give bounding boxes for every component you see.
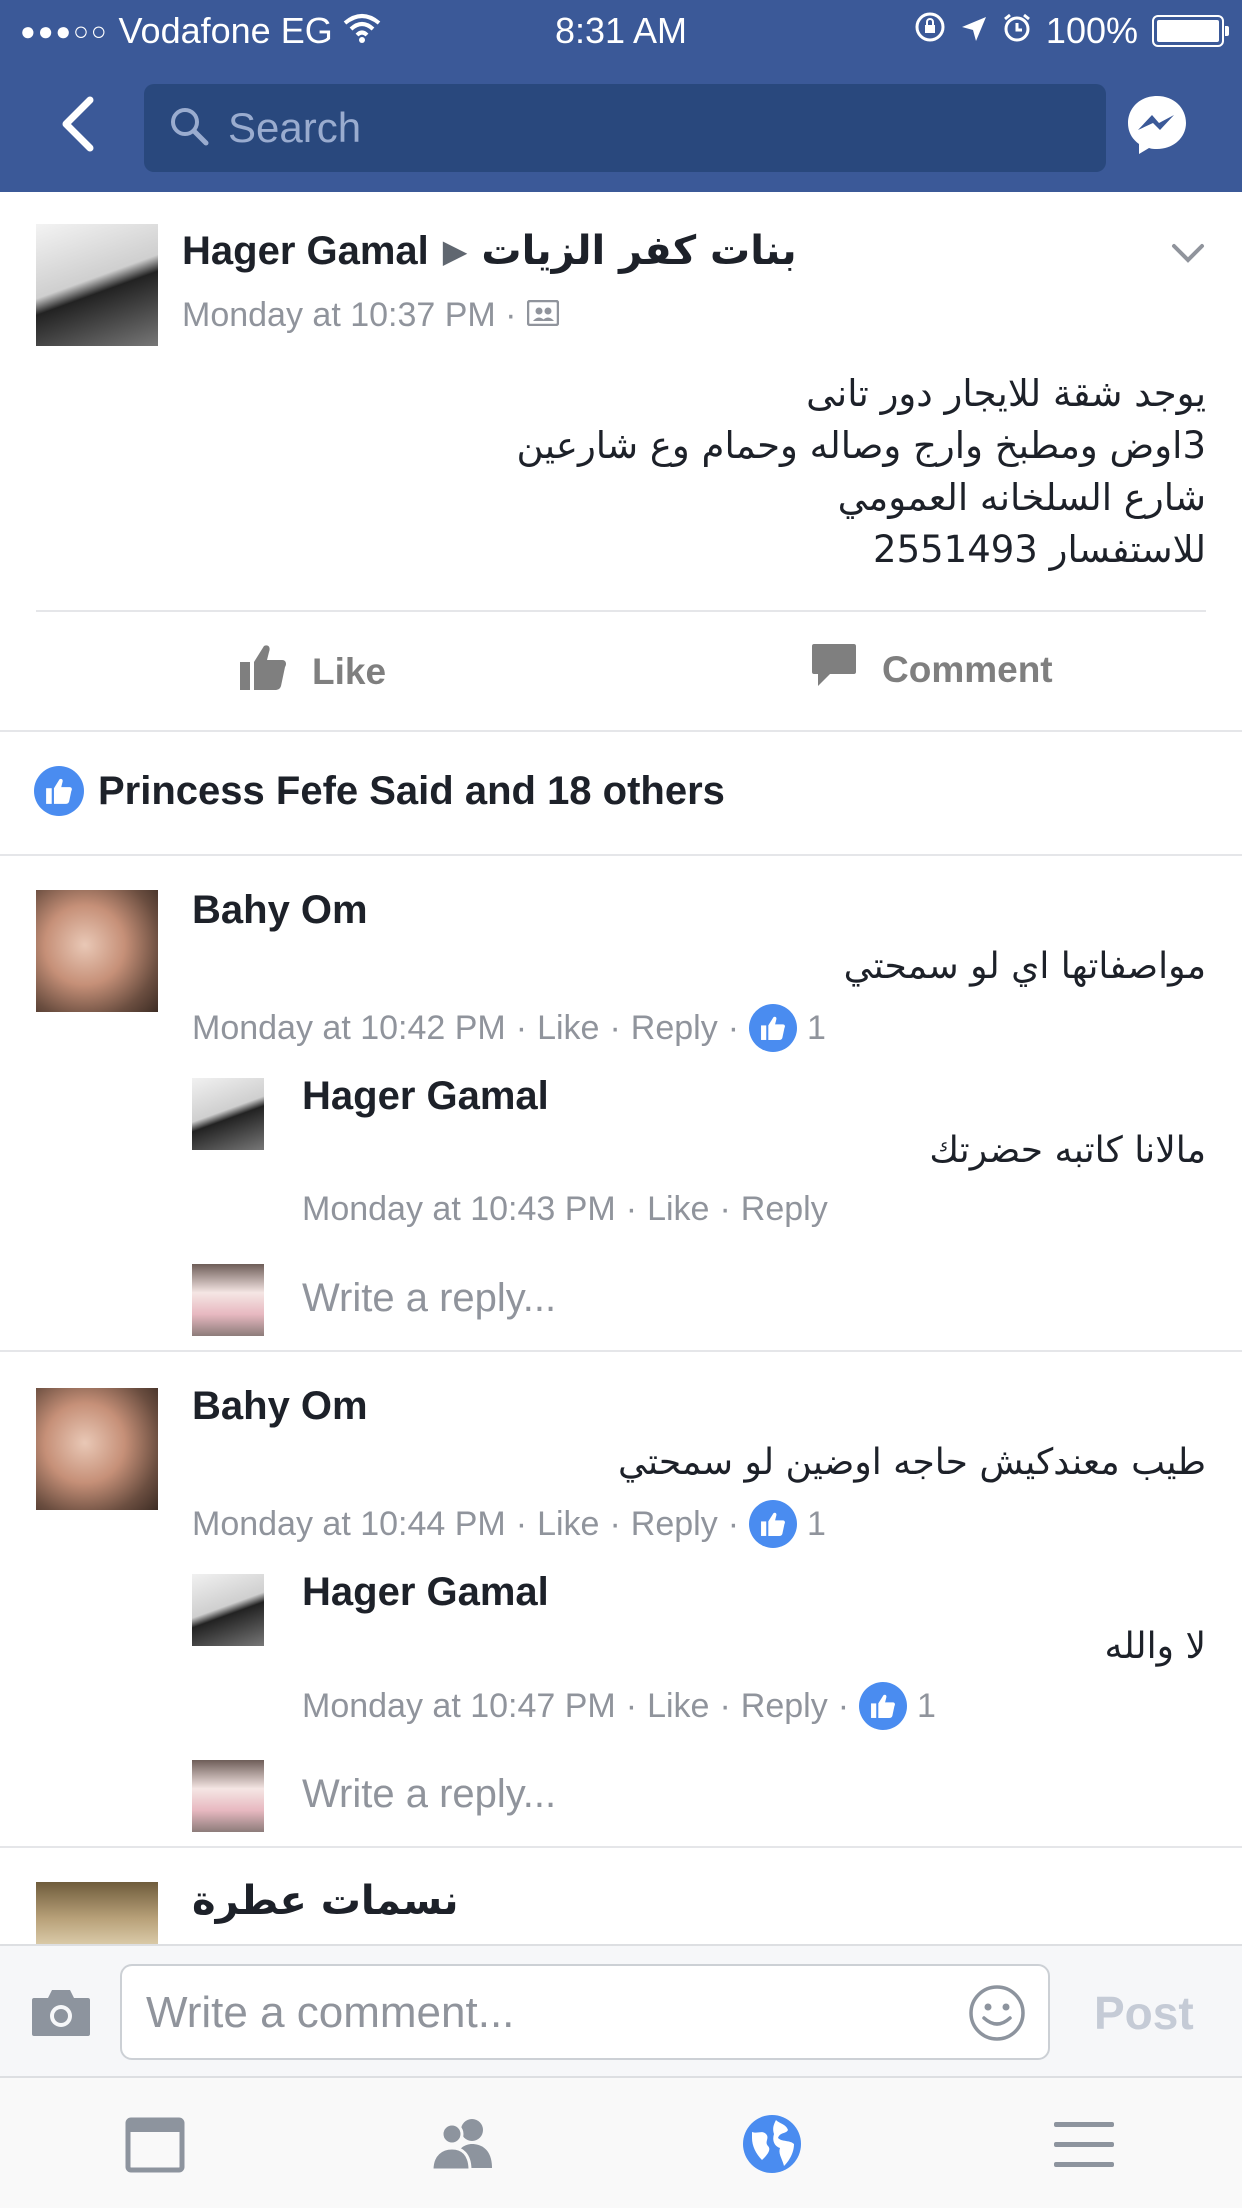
reply-like-link[interactable]: Like xyxy=(647,1687,709,1726)
avatar[interactable] xyxy=(36,1388,158,1510)
comment-composer: Write a comment... Post xyxy=(0,1944,1242,2076)
reply-like-link[interactable]: Like xyxy=(647,1190,709,1229)
group-audience-icon xyxy=(526,296,559,335)
avatar[interactable] xyxy=(36,224,158,346)
like-reaction-icon xyxy=(749,1004,798,1052)
write-reply-input[interactable]: Write a reply... xyxy=(302,1276,556,1321)
likes-summary-text: Princess Fefe Said and 18 others xyxy=(98,768,725,813)
post-line: للاستفسار 2551493 xyxy=(873,528,1206,571)
reply-reply-link[interactable]: Reply xyxy=(741,1687,828,1726)
divider xyxy=(0,730,1242,732)
post-author-line: Hager Gamal ▶ بنات كفر الزيات xyxy=(182,228,797,274)
post-line: يوجد شقة للايجار دور تانى xyxy=(806,372,1206,415)
like-label: Like xyxy=(312,650,387,692)
search-placeholder: Search xyxy=(228,104,362,151)
post-button[interactable]: Post xyxy=(1094,1986,1194,2040)
comment-meta: Monday at 10:44 PM · Like · Reply · 1 xyxy=(192,1500,826,1548)
reaction-count[interactable]: 1 xyxy=(807,1505,826,1544)
search-input[interactable]: Search xyxy=(144,84,1106,172)
comment-text: طيب معندكيش حاجه اوضين لو سمحتي xyxy=(617,1442,1206,1483)
avatar[interactable] xyxy=(192,1078,264,1150)
comment-time[interactable]: Monday at 10:44 PM xyxy=(192,1505,506,1544)
back-chevron-icon[interactable] xyxy=(52,94,112,154)
messenger-icon[interactable] xyxy=(1124,92,1190,158)
commenter-name[interactable]: نسمات عطرة xyxy=(192,1878,458,1924)
like-button[interactable]: Like xyxy=(238,642,386,701)
smiley-icon[interactable] xyxy=(968,1984,1026,2042)
reply-text: مالانا كاتبه حضرتك xyxy=(929,1130,1206,1171)
battery-icon xyxy=(1152,15,1229,47)
comment-like-link[interactable]: Like xyxy=(537,1505,599,1544)
friends-icon[interactable] xyxy=(428,2112,492,2176)
post-meta: Monday at 10:37 PM · xyxy=(182,296,559,335)
comment-time[interactable]: Monday at 10:42 PM xyxy=(192,1009,506,1048)
chevron-down-icon[interactable] xyxy=(1166,232,1210,276)
avatar[interactable] xyxy=(36,1882,158,1944)
like-reaction-icon xyxy=(859,1682,908,1730)
post-body: يوجد شقة للايجار دور تانى 3اوض ومطبخ وار… xyxy=(306,368,1206,576)
comment-reply-link[interactable]: Reply xyxy=(631,1505,718,1544)
reply-meta: Monday at 10:47 PM · Like · Reply · 1 xyxy=(302,1682,936,1730)
comment-input[interactable]: Write a comment... xyxy=(120,1964,1050,2060)
top-bar: ●●●○○ Vodafone EG 8:31 AM 100% Search xyxy=(0,0,1242,192)
divider xyxy=(0,854,1242,856)
avatar[interactable] xyxy=(192,1574,264,1646)
write-reply-input[interactable]: Write a reply... xyxy=(302,1772,556,1817)
avatar xyxy=(192,1760,264,1832)
globe-icon[interactable] xyxy=(740,2112,804,2176)
replier-name[interactable]: Hager Gamal xyxy=(302,1074,549,1119)
commenter-name[interactable]: Bahy Om xyxy=(192,888,368,933)
camera-icon[interactable] xyxy=(30,1986,92,2038)
post-line: شارع السلخانه العمومي xyxy=(837,476,1206,519)
rotation-lock-icon xyxy=(914,10,946,52)
alarm-icon xyxy=(1002,10,1032,52)
commenter-name[interactable]: Bahy Om xyxy=(192,1384,368,1429)
reply-meta: Monday at 10:43 PM · Like · Reply xyxy=(302,1190,828,1229)
battery-percent: 100% xyxy=(1045,10,1138,51)
comment-bubble-icon xyxy=(810,642,858,697)
like-reaction-icon xyxy=(34,766,84,816)
reply-time[interactable]: Monday at 10:43 PM xyxy=(302,1190,616,1229)
tab-bar xyxy=(0,2076,1242,2208)
reaction-count[interactable]: 1 xyxy=(917,1687,936,1726)
reply-reply-link[interactable]: Reply xyxy=(741,1190,828,1229)
location-icon xyxy=(960,10,988,52)
comment-like-link[interactable]: Like xyxy=(537,1009,599,1048)
reply-text: لا والله xyxy=(1104,1626,1206,1667)
comment-label: Comment xyxy=(882,648,1053,690)
post-line: 3اوض ومطبخ وارج وصاله وحمام وع شارعين xyxy=(516,424,1206,467)
comment-button[interactable]: Comment xyxy=(810,642,1053,697)
comment-text: مواصفاتها اي لو سمحتي xyxy=(843,946,1206,987)
avatar[interactable] xyxy=(36,890,158,1012)
navigation-row: Search xyxy=(0,78,1242,176)
comment-placeholder: Write a comment... xyxy=(146,1988,515,2037)
post-actions: Like Comment xyxy=(0,620,1242,720)
divider xyxy=(0,1350,1242,1352)
group-name[interactable]: بنات كفر الزيات xyxy=(481,228,796,274)
divider xyxy=(0,1846,1242,1848)
replier-name[interactable]: Hager Gamal xyxy=(302,1570,549,1615)
triangle-right-icon: ▶ xyxy=(442,233,468,269)
divider xyxy=(36,610,1206,612)
status-bar: ●●●○○ Vodafone EG 8:31 AM 100% xyxy=(0,0,1242,62)
post-timestamp[interactable]: Monday at 10:37 PM · xyxy=(182,296,517,335)
news-feed-icon[interactable] xyxy=(124,2112,188,2176)
reply-time[interactable]: Monday at 10:47 PM xyxy=(302,1687,616,1726)
menu-icon[interactable] xyxy=(1052,2112,1116,2176)
post-author-name[interactable]: Hager Gamal xyxy=(182,229,429,274)
comment-reply-link[interactable]: Reply xyxy=(631,1009,718,1048)
search-icon xyxy=(168,105,210,152)
likes-summary[interactable]: Princess Fefe Said and 18 others xyxy=(34,766,725,816)
like-reaction-icon xyxy=(749,1500,798,1548)
avatar xyxy=(192,1264,264,1336)
reaction-count[interactable]: 1 xyxy=(807,1009,826,1048)
comment-meta: Monday at 10:42 PM · Like · Reply · 1 xyxy=(192,1004,826,1052)
thumbs-up-icon xyxy=(238,642,288,701)
